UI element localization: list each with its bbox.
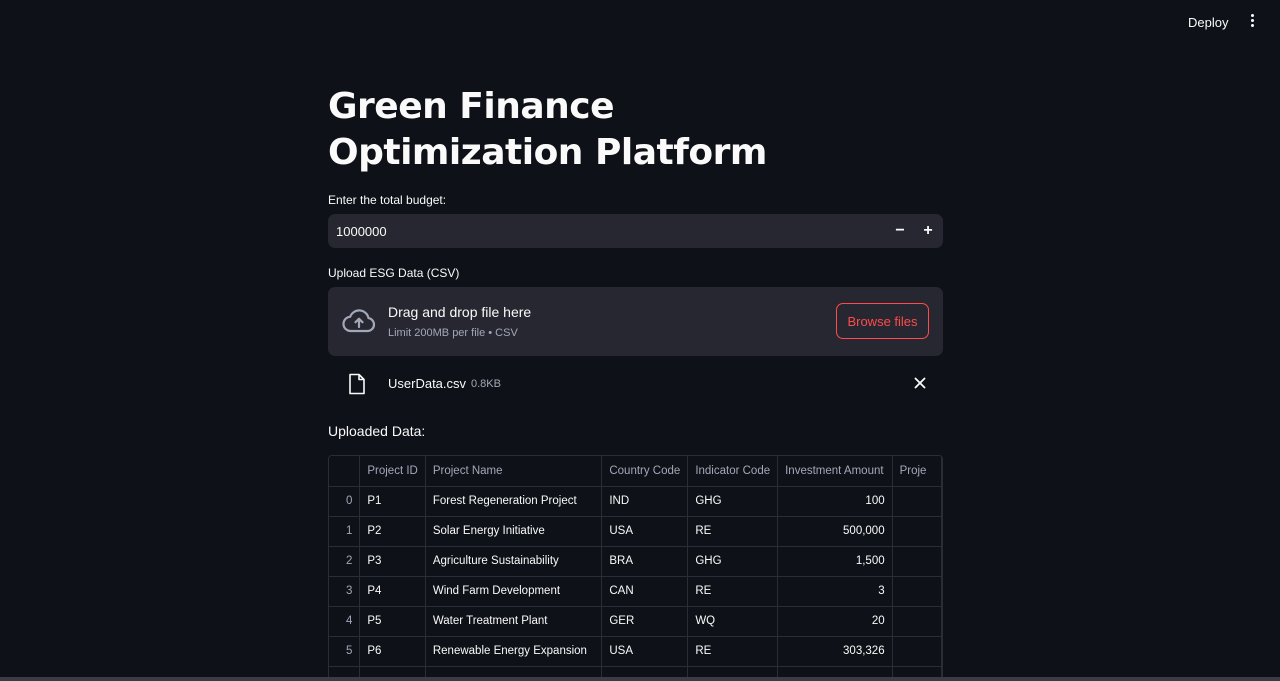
horizontal-scrollbar[interactable] bbox=[0, 677, 1280, 681]
column-header[interactable] bbox=[329, 456, 361, 487]
column-header[interactable]: Project Name bbox=[425, 456, 603, 487]
budget-label: Enter the total budget: bbox=[328, 193, 447, 207]
table-cell[interactable]: BRA bbox=[601, 546, 689, 577]
uploaded-data-label: Uploaded Data: bbox=[328, 423, 426, 439]
table-cell[interactable]: P2 bbox=[359, 516, 426, 547]
upload-label: Upload ESG Data (CSV) bbox=[328, 266, 460, 280]
table-cell[interactable]: Agriculture Sustainability bbox=[425, 546, 603, 577]
table-cell[interactable]: GHG bbox=[687, 546, 779, 577]
table-cell[interactable] bbox=[892, 516, 942, 547]
table-cell[interactable]: USA bbox=[601, 636, 689, 667]
table-cell[interactable]: Water Treatment Plant bbox=[425, 606, 603, 637]
table-cell[interactable]: IND bbox=[601, 486, 689, 517]
uploaded-file-row: UserData.csv 0.8KB bbox=[328, 370, 943, 398]
file-icon bbox=[349, 373, 365, 395]
table-row: 3 P4 Wind Farm Development CAN RE 3 bbox=[329, 576, 942, 607]
budget-input[interactable] bbox=[328, 214, 884, 248]
cloud-upload-icon bbox=[342, 309, 376, 333]
table-cell[interactable]: WQ bbox=[687, 606, 779, 637]
table-cell[interactable]: CAN bbox=[601, 576, 689, 607]
table-cell[interactable]: P1 bbox=[359, 486, 426, 517]
table-cell[interactable]: RE bbox=[687, 636, 779, 667]
table-cell[interactable] bbox=[892, 576, 942, 607]
table-cell[interactable]: Forest Regeneration Project bbox=[425, 486, 603, 517]
browse-files-button[interactable]: Browse files bbox=[836, 303, 929, 339]
column-header[interactable]: Indicator Code bbox=[687, 456, 779, 487]
table-cell[interactable]: RE bbox=[687, 516, 779, 547]
table-cell[interactable]: GHG bbox=[687, 486, 779, 517]
row-index[interactable]: 1 bbox=[329, 516, 361, 547]
column-header[interactable]: Proje bbox=[892, 456, 942, 487]
table-cell[interactable]: 1,500 bbox=[777, 546, 893, 577]
table-cell[interactable]: 303,326 bbox=[777, 636, 893, 667]
dataframe: Project ID Project Name Country Code Ind… bbox=[329, 456, 942, 680]
table-cell[interactable]: P3 bbox=[359, 546, 426, 577]
row-index[interactable]: 4 bbox=[329, 606, 361, 637]
table-cell[interactable] bbox=[892, 546, 942, 577]
table-row: 5 P6 Renewable Energy Expansion USA RE 3… bbox=[329, 636, 942, 667]
column-header[interactable]: Project ID bbox=[359, 456, 426, 487]
table-cell[interactable]: 3 bbox=[777, 576, 893, 607]
table-cell[interactable]: P5 bbox=[359, 606, 426, 637]
kebab-icon[interactable] bbox=[1244, 14, 1260, 30]
table-cell[interactable]: GER bbox=[601, 606, 689, 637]
row-index[interactable]: 0 bbox=[329, 486, 361, 517]
app-header: Deploy bbox=[0, 0, 1280, 46]
file-size: 0.8KB bbox=[471, 378, 501, 390]
table-row: 0 P1 Forest Regeneration Project IND GHG… bbox=[329, 486, 942, 517]
row-index[interactable]: 5 bbox=[329, 636, 361, 667]
row-index[interactable]: 3 bbox=[329, 576, 361, 607]
increment-button[interactable]: + bbox=[914, 214, 942, 248]
table-cell[interactable]: P4 bbox=[359, 576, 426, 607]
dropzone-title: Drag and drop file here bbox=[388, 304, 532, 320]
table-cell[interactable]: 500,000 bbox=[777, 516, 893, 547]
table-cell[interactable]: RE bbox=[687, 576, 779, 607]
table-cell[interactable] bbox=[892, 636, 942, 667]
table-cell[interactable]: 20 bbox=[777, 606, 893, 637]
column-header[interactable]: Country Code bbox=[601, 456, 689, 487]
close-icon[interactable] bbox=[912, 375, 928, 391]
deploy-button[interactable]: Deploy bbox=[1182, 13, 1234, 32]
budget-number-input: − + bbox=[328, 214, 943, 248]
table-cell[interactable]: P6 bbox=[359, 636, 426, 667]
table-row: 1 P2 Solar Energy Initiative USA RE 500,… bbox=[329, 516, 942, 547]
table-cell[interactable] bbox=[892, 486, 942, 517]
page-title: Green Finance Optimization Platform bbox=[328, 86, 767, 173]
table-cell[interactable]: 100 bbox=[777, 486, 893, 517]
row-index[interactable]: 2 bbox=[329, 546, 361, 577]
table-cell[interactable]: USA bbox=[601, 516, 689, 547]
file-dropzone[interactable]: Drag and drop file here Limit 200MB per … bbox=[328, 287, 943, 356]
table-row: 4 P5 Water Treatment Plant GER WQ 20 bbox=[329, 606, 942, 637]
column-header[interactable]: Investment Amount bbox=[777, 456, 893, 487]
table-cell[interactable]: Wind Farm Development bbox=[425, 576, 603, 607]
table-cell[interactable] bbox=[892, 606, 942, 637]
table-header-row: Project ID Project Name Country Code Ind… bbox=[329, 456, 942, 487]
decrement-button[interactable]: − bbox=[886, 214, 914, 248]
table-cell[interactable]: Solar Energy Initiative bbox=[425, 516, 603, 547]
data-table[interactable]: Project ID Project Name Country Code Ind… bbox=[328, 455, 943, 681]
dropzone-limit: Limit 200MB per file • CSV bbox=[388, 327, 518, 339]
table-row: 2 P3 Agriculture Sustainability BRA GHG … bbox=[329, 546, 942, 577]
file-name: UserData.csv bbox=[388, 376, 467, 391]
table-cell[interactable]: Renewable Energy Expansion bbox=[425, 636, 603, 667]
